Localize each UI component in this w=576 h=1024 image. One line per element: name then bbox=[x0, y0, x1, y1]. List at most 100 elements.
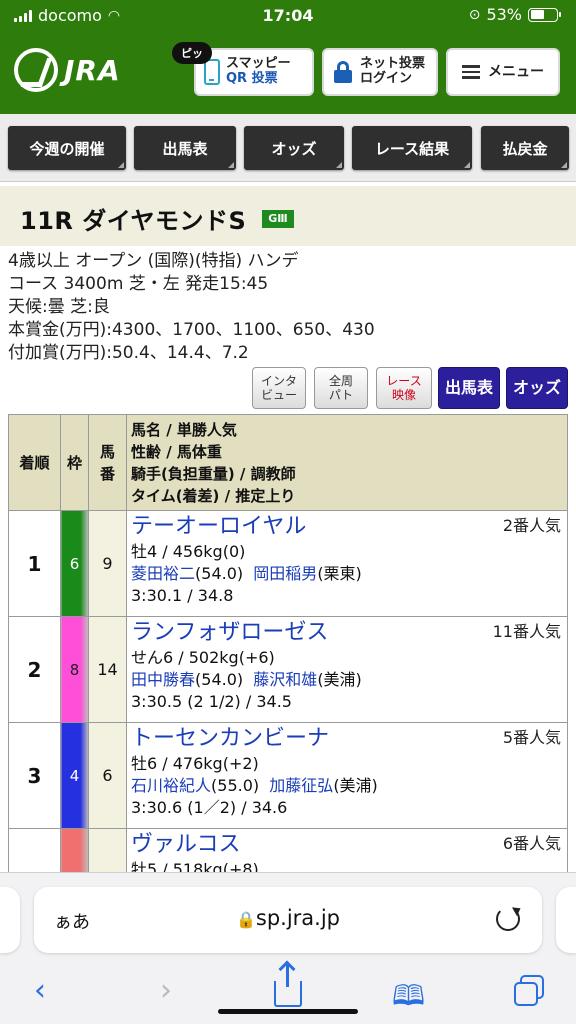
results-table: 着順 枠 馬番 馬名 / 単勝人気 性齢 / 馬体重 騎手(負担重量) / 調教… bbox=[8, 414, 568, 935]
race-video-label: レース 映像 bbox=[386, 374, 421, 403]
waku-cell: 4 bbox=[60, 722, 89, 829]
home-indicator bbox=[218, 1009, 358, 1014]
battery-icon bbox=[528, 7, 561, 22]
patrol-label: 全周 パト bbox=[329, 374, 353, 403]
jockey-trainer: 菱田裕二(54.0) 岡田稲男(栗東) bbox=[131, 563, 563, 585]
finish-time: 3:30.1 / 34.8 bbox=[131, 586, 234, 605]
url-text: 🔒sp.jra.jp bbox=[34, 906, 542, 930]
site-header: JRA スマッピー QR 投票 ピッ ネット投票 ログイン メニュー bbox=[0, 34, 576, 114]
sex-age-weight: 牡4 / 456kg(0) bbox=[131, 542, 246, 561]
sex-age-weight: せん6 / 502kg(+6) bbox=[131, 648, 275, 667]
battery-percent: 53% bbox=[486, 5, 522, 24]
interview-label: インタ ビュー bbox=[261, 374, 297, 403]
orientation-lock-icon: ⊙ bbox=[468, 6, 481, 23]
odds-button[interactable]: オッズ bbox=[506, 367, 568, 409]
nav-results[interactable]: レース結果 bbox=[352, 126, 472, 170]
smappy-label: スマッピー bbox=[226, 56, 291, 72]
header-detail-line4: タイム(着差) / 推定上り bbox=[131, 486, 296, 505]
race-video-button[interactable]: レース 映像 bbox=[376, 367, 432, 409]
address-bar[interactable]: ぁあ 🔒sp.jra.jp bbox=[34, 887, 542, 953]
status-bar: docomo ◠ 17:04 ⊙ 53% bbox=[0, 0, 576, 34]
pip-badge: ピッ bbox=[172, 42, 212, 64]
net-vote-login-button[interactable]: ネット投票 ログイン bbox=[322, 48, 438, 96]
race-weather: 天候:曇 芝:良 bbox=[8, 297, 110, 317]
trainer-location: (栗東) bbox=[317, 564, 362, 583]
sex-age-weight: 牡6 / 476kg(+2) bbox=[131, 754, 259, 773]
header-umaban: 馬番 bbox=[88, 414, 127, 511]
nav-this-week[interactable]: 今週の開催 bbox=[8, 126, 126, 170]
url-label: sp.jra.jp bbox=[255, 906, 341, 930]
rank-cell: 2 bbox=[8, 616, 61, 723]
patrol-line2: パト bbox=[328, 388, 354, 402]
trainer-link[interactable]: 藤沢和雄 bbox=[253, 670, 317, 689]
interview-button[interactable]: インタ ビュー bbox=[252, 367, 306, 409]
trainer-location: (美浦) bbox=[333, 776, 378, 795]
table-row: 1 6 9 2番人気 テーオーロイヤル 牡4 / 456kg(0) 菱田裕二(5… bbox=[8, 510, 568, 617]
race-course: コース 3400m 芝・左 発走15:45 bbox=[8, 274, 269, 294]
table-header-row: 着順 枠 馬番 馬名 / 単勝人気 性齢 / 馬体重 騎手(負担重量) / 調教… bbox=[8, 414, 568, 511]
finish-time: 3:30.5 (2 1/2) / 34.5 bbox=[131, 692, 292, 711]
next-tab-preview[interactable] bbox=[556, 887, 576, 953]
net-vote-label: ネット投票 ログイン bbox=[360, 56, 426, 87]
share-icon[interactable] bbox=[274, 965, 302, 1007]
detail-cell: 2番人気 テーオーロイヤル 牡4 / 456kg(0) 菱田裕二(54.0) 岡… bbox=[126, 510, 568, 617]
jockey-weight: (54.0) bbox=[195, 564, 244, 583]
patrol-button[interactable]: 全周 パト bbox=[314, 367, 368, 409]
header-detail-line2: 性齢 / 馬体重 bbox=[131, 442, 222, 461]
header-waku: 枠 bbox=[60, 414, 89, 511]
rank-cell: 1 bbox=[8, 510, 61, 617]
entries-button[interactable]: 出馬表 bbox=[438, 367, 500, 409]
horse-name-link[interactable]: ヴァルコス bbox=[131, 831, 563, 859]
nav-payouts[interactable]: 払戻金 bbox=[481, 126, 569, 170]
race-added-prize: 付加賞(万円):50.4、14.4、7.2 bbox=[8, 343, 249, 363]
horse-name-link[interactable]: トーセンカンビーナ bbox=[131, 725, 563, 753]
jockey-trainer: 田中勝春(54.0) 藤沢和雄(美浦) bbox=[131, 669, 563, 691]
race-conditions: 4歳以上 オープン (国際)(特指) ハンデ bbox=[8, 251, 299, 271]
race-prize: 本賞金(万円):4300、1700、1100、650、430 bbox=[8, 320, 375, 340]
menu-label: メニュー bbox=[488, 63, 544, 80]
popularity: 6番人気 bbox=[502, 834, 561, 853]
detail-cell: 11番人気 ランフォザローゼス せん6 / 502kg(+6) 田中勝春(54.… bbox=[126, 616, 568, 723]
jockey-link[interactable]: 田中勝春 bbox=[131, 670, 195, 689]
smappy-qr-button[interactable]: スマッピー QR 投票 bbox=[194, 48, 314, 96]
header-detail: 馬名 / 単勝人気 性齢 / 馬体重 騎手(負担重量) / 調教師 タイム(着差… bbox=[126, 414, 568, 511]
menu-button[interactable]: メニュー bbox=[446, 48, 560, 96]
nav-entries[interactable]: 出馬表 bbox=[134, 126, 236, 170]
race-video-line2: 映像 bbox=[391, 388, 416, 402]
trainer-link[interactable]: 加藤征弘 bbox=[269, 776, 333, 795]
umaban-cell: 14 bbox=[88, 616, 127, 723]
smartphone-icon bbox=[204, 59, 220, 85]
jockey-link[interactable]: 菱田裕二 bbox=[131, 564, 195, 583]
interview-line2: ビュー bbox=[260, 388, 297, 402]
bookmarks-icon[interactable]: 🕮 bbox=[392, 975, 425, 1023]
horse-name-link[interactable]: テーオーロイヤル bbox=[131, 513, 563, 541]
umaban-cell: 9 bbox=[88, 510, 127, 617]
previous-tab-preview[interactable] bbox=[0, 887, 20, 953]
nav-odds[interactable]: オッズ bbox=[244, 126, 344, 170]
back-icon[interactable]: ‹ bbox=[34, 973, 46, 1008]
global-nav: 今週の開催 出馬表 オッズ レース結果 払戻金 bbox=[0, 114, 576, 182]
reload-icon[interactable] bbox=[496, 907, 520, 931]
race-info: 4歳以上 オープン (国際)(特指) ハンデ コース 3400m 芝・左 発走1… bbox=[8, 250, 375, 365]
jockey-link[interactable]: 石川裕紀人 bbox=[131, 776, 211, 795]
net-vote-line1: ネット投票 bbox=[360, 56, 426, 72]
lock-icon bbox=[334, 61, 352, 83]
tabs-icon[interactable] bbox=[512, 975, 548, 1011]
forward-icon[interactable]: › bbox=[160, 973, 172, 1008]
rank-cell: 3 bbox=[8, 722, 61, 829]
net-vote-line2: ログイン bbox=[360, 71, 413, 86]
trainer-location: (美浦) bbox=[317, 670, 362, 689]
status-right: ⊙ 53% bbox=[468, 5, 561, 24]
jockey-weight: (54.0) bbox=[195, 670, 244, 689]
header-rank: 着順 bbox=[8, 414, 61, 511]
race-title: 11R ダイヤモンドS bbox=[20, 207, 247, 235]
hamburger-icon bbox=[462, 65, 480, 79]
header-detail-line1: 馬名 / 単勝人気 bbox=[131, 420, 237, 439]
finish-time: 3:30.6 (1／2) / 34.6 bbox=[131, 798, 288, 817]
lock-icon: 🔒 bbox=[235, 910, 256, 929]
popularity: 11番人気 bbox=[492, 622, 561, 641]
jra-logo[interactable]: JRA bbox=[14, 48, 121, 92]
trainer-link[interactable]: 岡田稲男 bbox=[253, 564, 317, 583]
grade-badge: GⅢ bbox=[262, 210, 294, 228]
umaban-cell: 6 bbox=[88, 722, 127, 829]
